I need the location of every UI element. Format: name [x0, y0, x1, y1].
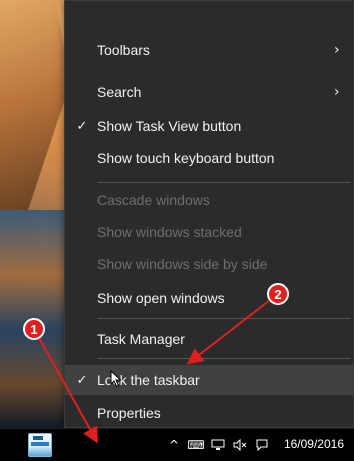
menu-item-label: Show touch keyboard button: [97, 150, 275, 166]
chevron-right-icon: ›: [334, 84, 340, 100]
callout-1: 1: [23, 318, 45, 340]
checkmark-icon: ✓: [76, 118, 88, 133]
menu-item-toolbars[interactable]: Toolbars ›: [65, 34, 353, 66]
menu-item-label: Task Manager: [97, 331, 185, 347]
chevron-up-icon[interactable]: ^: [167, 438, 181, 452]
callout-2: 2: [267, 283, 289, 305]
menu-item-label: Show open windows: [97, 290, 225, 306]
checkmark-icon: ✓: [76, 372, 88, 387]
menu-item-search[interactable]: Search ›: [65, 76, 353, 108]
network-icon[interactable]: [211, 438, 225, 452]
app-icon-detail: [33, 436, 43, 440]
menu-item-show-task-view[interactable]: ✓ Show Task View button: [65, 110, 353, 142]
menu-item-label: Show windows stacked: [97, 224, 242, 240]
menu-item-task-manager[interactable]: Task Manager: [65, 323, 353, 355]
menu-separator: [97, 318, 351, 319]
system-tray: ^ ⌨: [167, 435, 269, 455]
taskbar[interactable]: ^ ⌨ 16/09/2016: [0, 428, 354, 461]
menu-item-cascade-windows[interactable]: Cascade windows: [65, 184, 353, 216]
menu-separator: [97, 358, 351, 359]
menu-item-properties[interactable]: Properties: [65, 397, 353, 429]
menu-item-show-touch-keyboard[interactable]: Show touch keyboard button: [65, 142, 353, 174]
menu-separator: [97, 182, 351, 183]
menu-item-label: Toolbars: [97, 42, 150, 58]
menu-item-label: Properties: [97, 405, 161, 421]
taskbar-date[interactable]: 16/09/2016: [284, 437, 344, 451]
menu-item-label: Search: [97, 84, 142, 100]
volume-muted-icon[interactable]: [233, 438, 247, 452]
chevron-right-icon: ›: [334, 42, 340, 58]
taskbar-context-menu: Toolbars › Search › ✓ Show Task View but…: [64, 0, 354, 428]
action-center-icon[interactable]: [255, 438, 269, 452]
menu-item-label: Cascade windows: [97, 192, 210, 208]
menu-item-show-windows-side-by-side[interactable]: Show windows side by side: [65, 248, 353, 280]
pinned-app-icon[interactable]: [28, 433, 52, 457]
menu-item-show-open-windows[interactable]: Show open windows: [65, 282, 353, 314]
menu-item-lock-taskbar[interactable]: ✓ Lock the taskbar: [65, 365, 353, 395]
menu-item-label: Show windows side by side: [97, 256, 268, 272]
keyboard-icon[interactable]: ⌨: [187, 438, 204, 452]
app-icon-detail: [31, 442, 49, 446]
mouse-cursor-icon: [110, 370, 122, 388]
menu-item-label: Show Task View button: [97, 118, 242, 134]
wallpaper-rock: [0, 0, 70, 210]
menu-item-show-windows-stacked[interactable]: Show windows stacked: [65, 216, 353, 248]
